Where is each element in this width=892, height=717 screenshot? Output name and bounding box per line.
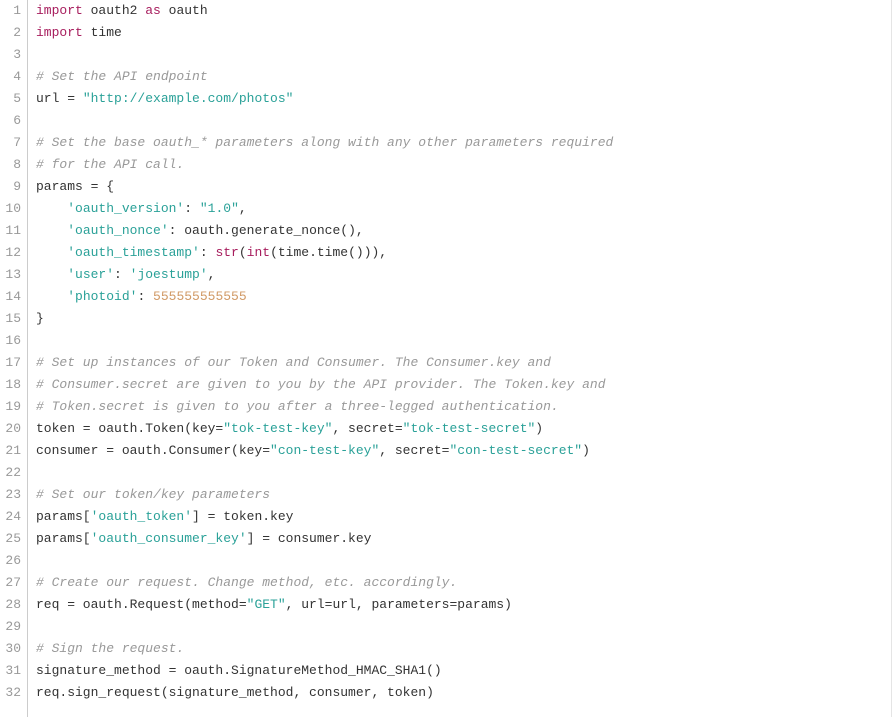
code-line[interactable]: # Sign the request. — [36, 638, 891, 660]
line-number: 30 — [0, 638, 21, 660]
line-number-gutter: 1234567891011121314151617181920212223242… — [0, 0, 28, 717]
code-line[interactable]: consumer = oauth.Consumer(key="con-test-… — [36, 440, 891, 462]
code-line[interactable]: 'oauth_version': "1.0", — [36, 198, 891, 220]
code-line[interactable] — [36, 550, 891, 572]
line-number: 9 — [0, 176, 21, 198]
line-number: 20 — [0, 418, 21, 440]
line-number: 4 — [0, 66, 21, 88]
code-viewer: 1234567891011121314151617181920212223242… — [0, 0, 892, 717]
code-line[interactable]: # for the API call. — [36, 154, 891, 176]
line-number: 13 — [0, 264, 21, 286]
code-line[interactable]: # Set the API endpoint — [36, 66, 891, 88]
line-number: 32 — [0, 682, 21, 704]
line-number: 27 — [0, 572, 21, 594]
line-number: 2 — [0, 22, 21, 44]
line-number: 24 — [0, 506, 21, 528]
code-line[interactable]: 'photoid': 555555555555 — [36, 286, 891, 308]
code-line[interactable]: # Set the base oauth_* parameters along … — [36, 132, 891, 154]
line-number: 23 — [0, 484, 21, 506]
line-number: 28 — [0, 594, 21, 616]
line-number: 17 — [0, 352, 21, 374]
line-number: 31 — [0, 660, 21, 682]
line-number: 14 — [0, 286, 21, 308]
line-number: 11 — [0, 220, 21, 242]
code-line[interactable]: 'user': 'joestump', — [36, 264, 891, 286]
code-line[interactable]: import time — [36, 22, 891, 44]
code-line[interactable]: params['oauth_token'] = token.key — [36, 506, 891, 528]
line-number: 10 — [0, 198, 21, 220]
line-number: 21 — [0, 440, 21, 462]
line-number: 26 — [0, 550, 21, 572]
line-number: 7 — [0, 132, 21, 154]
line-number: 3 — [0, 44, 21, 66]
code-line[interactable]: # Set our token/key parameters — [36, 484, 891, 506]
line-number: 1 — [0, 0, 21, 22]
line-number: 29 — [0, 616, 21, 638]
code-line[interactable]: import oauth2 as oauth — [36, 0, 891, 22]
line-number: 5 — [0, 88, 21, 110]
code-line[interactable]: } — [36, 308, 891, 330]
code-line[interactable]: url = "http://example.com/photos" — [36, 88, 891, 110]
code-line[interactable]: # Set up instances of our Token and Cons… — [36, 352, 891, 374]
code-line[interactable] — [36, 462, 891, 484]
code-line[interactable]: params['oauth_consumer_key'] = consumer.… — [36, 528, 891, 550]
code-line[interactable]: 'oauth_timestamp': str(int(time.time()))… — [36, 242, 891, 264]
line-number: 18 — [0, 374, 21, 396]
code-line[interactable] — [36, 616, 891, 638]
line-number: 6 — [0, 110, 21, 132]
code-line[interactable]: # Create our request. Change method, etc… — [36, 572, 891, 594]
line-number: 16 — [0, 330, 21, 352]
code-line[interactable]: req = oauth.Request(method="GET", url=ur… — [36, 594, 891, 616]
code-line[interactable] — [36, 110, 891, 132]
code-line[interactable]: 'oauth_nonce': oauth.generate_nonce(), — [36, 220, 891, 242]
code-line[interactable] — [36, 44, 891, 66]
line-number: 22 — [0, 462, 21, 484]
line-number: 8 — [0, 154, 21, 176]
code-area[interactable]: import oauth2 as oauthimport time # Set t… — [28, 0, 892, 717]
line-number: 25 — [0, 528, 21, 550]
code-line[interactable]: token = oauth.Token(key="tok-test-key", … — [36, 418, 891, 440]
code-line[interactable]: # Token.secret is given to you after a t… — [36, 396, 891, 418]
line-number: 12 — [0, 242, 21, 264]
code-line[interactable] — [36, 330, 891, 352]
line-number: 19 — [0, 396, 21, 418]
line-number: 15 — [0, 308, 21, 330]
code-line[interactable]: params = { — [36, 176, 891, 198]
code-line[interactable]: req.sign_request(signature_method, consu… — [36, 682, 891, 704]
code-line[interactable]: # Consumer.secret are given to you by th… — [36, 374, 891, 396]
code-line[interactable]: signature_method = oauth.SignatureMethod… — [36, 660, 891, 682]
